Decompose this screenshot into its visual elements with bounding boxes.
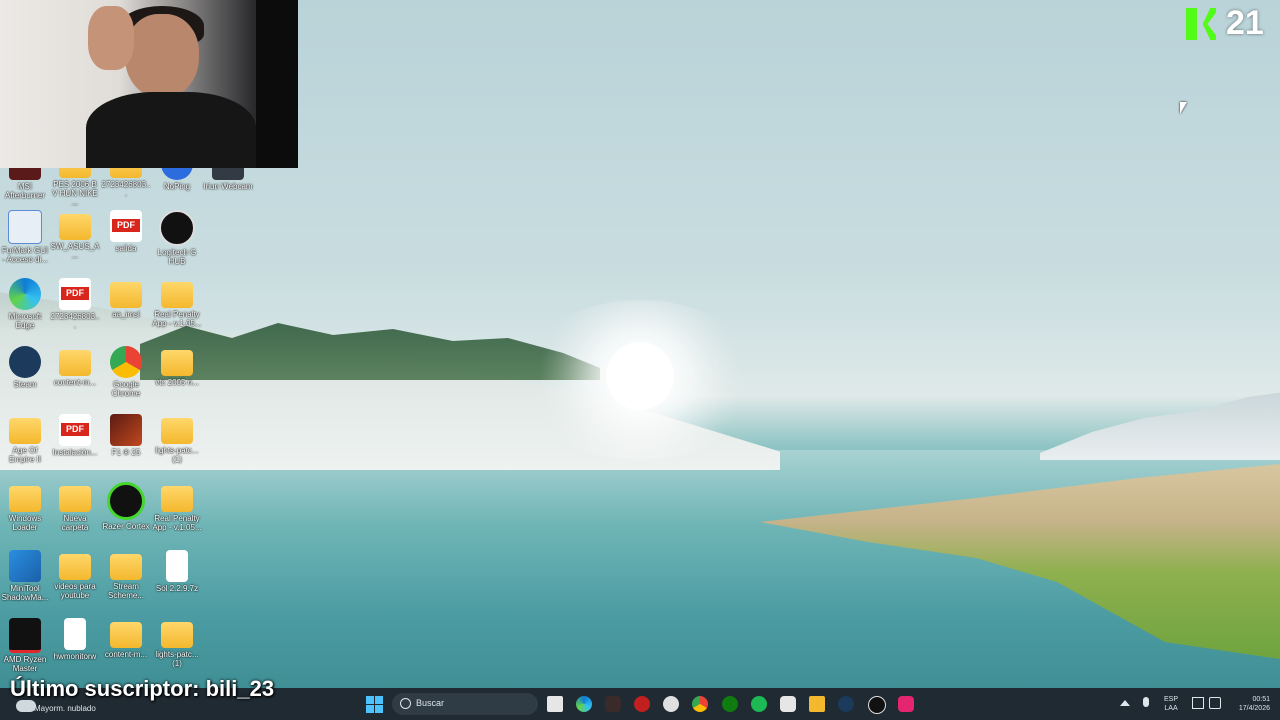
steam-taskbar-icon[interactable] [838, 696, 854, 712]
logitech-taskbar-icon[interactable] [868, 696, 886, 714]
desktop-icon-age-of-empire[interactable]: Age Of Empire II [0, 414, 50, 464]
minitool-icon [9, 550, 41, 582]
amd-ryzen-icon [9, 618, 41, 653]
folder-icon [161, 350, 193, 376]
search-icon [400, 698, 411, 709]
file-icon [64, 618, 86, 650]
folder-icon [59, 214, 91, 240]
obs-taskbar-icon[interactable] [663, 696, 679, 712]
desktop-icon-minitool[interactable]: MiniTool ShadowMa... [0, 550, 50, 602]
webcam-hand [88, 6, 134, 70]
desktop-icon-chrome[interactable]: Google Chrome [101, 346, 151, 398]
desktop-icon-razer-cortex[interactable]: Razer Cortex [101, 482, 151, 531]
volume-icon[interactable] [1209, 697, 1221, 709]
msi-afterburner-taskbar-icon[interactable] [605, 696, 621, 712]
desktop-icon-amd-ryzen-master[interactable]: AMD Ryzen Master [0, 618, 50, 673]
folder-icon [9, 486, 41, 512]
weather-label: Mayorm. nublado [34, 704, 96, 713]
desktop-icon-real-penalty-b[interactable]: Real Penalty App - v.1.05... [152, 482, 202, 532]
folder-icon [110, 622, 142, 648]
desktop-icon-edge[interactable]: Microsoft Edge [0, 278, 50, 330]
furmark-icon [8, 210, 42, 244]
search-placeholder: Buscar [416, 698, 445, 708]
desktop-icon-nueva-carpeta[interactable]: Nueva carpeta [50, 482, 100, 532]
desktop-icon-content-m-b[interactable]: content-m... [101, 618, 151, 659]
desktop-icon-lights-patch-a[interactable]: lights-patc... (1) [152, 414, 202, 464]
tiktok-taskbar-icon[interactable] [898, 696, 914, 712]
pdf-icon [59, 278, 91, 310]
microphone-icon[interactable] [1143, 697, 1149, 707]
folder-icon [161, 622, 193, 648]
desktop-icon-salida[interactable]: salida [101, 210, 151, 253]
folder-icon [110, 554, 142, 580]
desktop-icon-logitech-g-hub[interactable]: Logitech G HUB [152, 210, 202, 266]
desktop-icon-furmark[interactable]: FurMark GUI - Acceso di... [0, 210, 50, 264]
desktop-icon-videos-youtube[interactable]: videos para youtube [50, 550, 100, 600]
pdf-icon [59, 414, 91, 446]
last-subscriber-overlay: Último suscriptor: bili_23 [10, 676, 275, 701]
chevron-up-icon[interactable] [1120, 700, 1130, 706]
desktop-icon-vtc-2005[interactable]: vtc 2005 n... [152, 346, 202, 387]
folder-icon [59, 350, 91, 376]
webcam-face [125, 14, 199, 98]
red-app-taskbar-icon[interactable] [634, 696, 650, 712]
mouse-cursor-icon [1180, 102, 1187, 114]
folder-icon [59, 486, 91, 512]
logitech-g-icon [159, 210, 195, 246]
desktop-icon-instalacion[interactable]: Instalación... [50, 414, 100, 457]
desktop-icon-windows-loader[interactable]: Windows Loader [0, 482, 50, 532]
kick-logo-icon [1186, 8, 1216, 40]
desktop-icon-steam[interactable]: Steam [0, 346, 50, 389]
pdf-icon [110, 210, 142, 242]
desktop-icon-lights-patch-b[interactable]: lights-patc... (1) [152, 618, 202, 668]
taskbar-search[interactable]: Buscar [392, 693, 538, 715]
webcam-feed [0, 0, 298, 168]
edge-icon [9, 278, 41, 310]
desktop-icon-content-m-a[interactable]: content-m... [50, 346, 100, 387]
f1-game-icon [110, 414, 142, 446]
folder-icon [59, 554, 91, 580]
file-explorer-taskbar-icon[interactable] [809, 696, 825, 712]
start-button[interactable] [366, 696, 383, 713]
xbox-taskbar-icon[interactable] [722, 696, 738, 712]
desktop-icon-2723426803-b[interactable]: 2723426803... [50, 278, 100, 330]
steam-icon [9, 346, 41, 378]
desktop-icon-real-penalty-a[interactable]: Real Penalty App - v.1.05... [152, 278, 202, 328]
folder-icon [161, 486, 193, 512]
desktop-icon-f1-25[interactable]: F1 ® 25 [101, 414, 151, 457]
razer-cortex-icon [107, 482, 145, 520]
wallpaper-sun [606, 342, 674, 410]
wallpaper-hill-right [1040, 390, 1280, 460]
desktop-icon-aa-imsl[interactable]: aa_imsl [101, 278, 151, 319]
desktop-icon-stream-scheme[interactable]: Stream Scheme... [101, 550, 151, 600]
chrome-taskbar-icon[interactable] [692, 696, 708, 712]
clock[interactable]: 00:51 17/4/2026 [1226, 695, 1270, 713]
webcam-chair [256, 0, 298, 168]
spotify-taskbar-icon[interactable] [751, 696, 767, 712]
file-icon [166, 550, 188, 582]
network-icon[interactable] [1192, 697, 1204, 709]
folder-icon [9, 418, 41, 444]
folder-icon [161, 282, 193, 308]
folder-icon [110, 282, 142, 308]
capcut-taskbar-icon[interactable] [780, 696, 796, 712]
webcam-body [86, 92, 256, 168]
folder-icon [161, 418, 193, 444]
edge-taskbar-icon[interactable] [576, 696, 592, 712]
desktop-icon-hwmonitor[interactable]: hwmonitorw [50, 618, 100, 661]
desktop-icon-sw-asus[interactable]: SW_ASUS_A... [50, 210, 100, 260]
task-view-icon[interactable] [547, 696, 563, 712]
desktop-icon-sol-7z[interactable]: Sol 2.2.9.7z [152, 550, 202, 593]
language-indicator[interactable]: ESP LAA [1164, 695, 1178, 713]
chrome-icon [110, 346, 142, 378]
kick-viewer-count: 21 [1226, 4, 1264, 42]
